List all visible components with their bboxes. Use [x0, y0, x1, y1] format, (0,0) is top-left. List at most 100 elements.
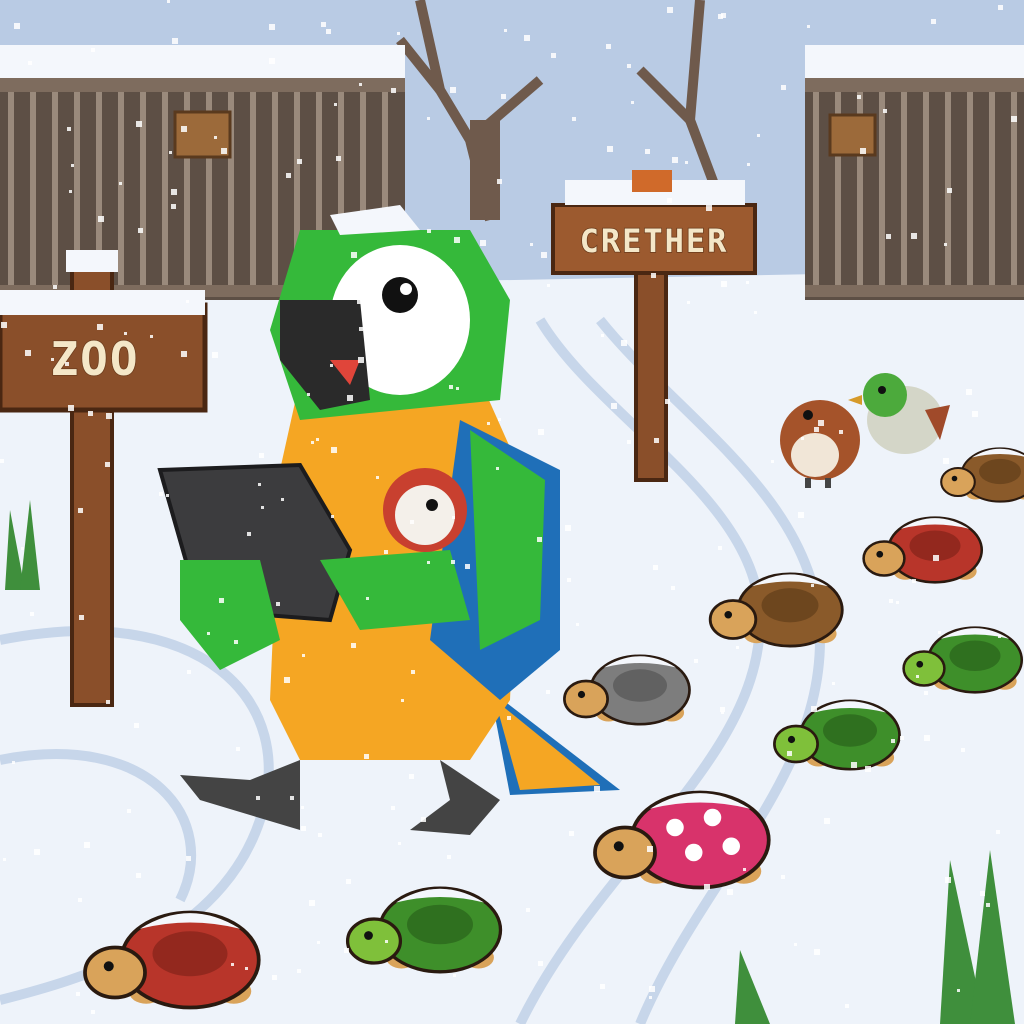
snowflake	[998, 635, 1001, 638]
snowflake	[391, 88, 396, 93]
snowflake	[401, 699, 404, 702]
snowflake	[465, 564, 470, 569]
cage-bar	[8, 92, 14, 292]
snowflake	[269, 24, 275, 30]
snowflake	[857, 95, 861, 99]
snowflake	[344, 948, 349, 953]
snowflake	[720, 707, 725, 712]
cage-bar	[272, 92, 278, 292]
snowflake	[654, 438, 659, 443]
snowflake	[159, 492, 163, 496]
snowflake	[28, 61, 32, 65]
snowflake	[814, 949, 820, 955]
snowflake	[569, 831, 574, 836]
snowflake	[410, 520, 414, 524]
snowflake	[526, 908, 530, 912]
snowflake	[567, 578, 571, 582]
snowflake	[746, 281, 749, 284]
snowflake	[214, 136, 217, 139]
snowflake	[611, 403, 617, 409]
snowflake	[807, 25, 810, 28]
snowflake	[334, 103, 337, 106]
snowflake	[672, 157, 678, 163]
snowflake	[537, 537, 542, 542]
snowflake	[245, 967, 248, 970]
snowflake	[832, 682, 835, 685]
snowflake	[124, 332, 127, 335]
snowflake	[76, 992, 80, 996]
cage-bar	[967, 92, 973, 292]
snowflake	[551, 53, 556, 58]
snowflake	[649, 986, 655, 992]
cage-bar	[901, 92, 907, 292]
snowflake	[718, 14, 723, 19]
snowflake	[447, 855, 451, 859]
snowflake	[347, 395, 353, 401]
snowflake	[367, 255, 370, 258]
snowflake	[687, 301, 690, 304]
snowflake	[378, 304, 383, 309]
cage-base	[805, 285, 1024, 297]
snowflake	[78, 898, 82, 902]
snowflake	[839, 430, 843, 434]
snowflake	[933, 555, 939, 561]
snowflake	[421, 817, 426, 822]
snowflake	[541, 252, 547, 258]
snowflake	[301, 806, 304, 809]
snowflake	[736, 646, 739, 649]
snowflake	[665, 399, 670, 404]
snowflake	[627, 440, 631, 444]
snowflake	[886, 234, 891, 239]
snowflake	[171, 204, 176, 209]
snowflake	[747, 163, 750, 166]
snowflake	[706, 205, 712, 211]
snowflake	[272, 975, 277, 980]
snowflake	[504, 29, 507, 32]
snowflake	[865, 766, 871, 772]
snowflake	[957, 989, 960, 992]
snowflake	[181, 126, 187, 132]
snowflake	[798, 512, 804, 518]
cage-bar	[813, 92, 819, 292]
snowflake	[896, 601, 899, 604]
snowflake	[454, 237, 460, 243]
turtle-head	[902, 650, 946, 687]
snowflake	[247, 532, 251, 536]
snowflake	[351, 252, 357, 258]
snowflake	[397, 32, 400, 35]
snowflake	[924, 691, 928, 695]
snowflake	[721, 281, 727, 287]
snowflake	[498, 418, 501, 421]
snowflake	[91, 1010, 95, 1014]
snowflake	[945, 877, 951, 883]
snowflake	[757, 134, 760, 137]
snowflake	[538, 961, 543, 966]
snowflake	[845, 1004, 849, 1008]
turtle-head	[563, 679, 609, 719]
snowflake	[301, 826, 306, 831]
snowflake	[704, 884, 710, 890]
snowflake	[359, 327, 363, 331]
snowflake	[326, 29, 331, 34]
snowflake	[65, 362, 69, 366]
snowflake	[12, 761, 15, 764]
snowflake	[671, 586, 675, 590]
snowflake	[98, 216, 104, 222]
snowflake	[51, 358, 54, 361]
snowflake	[284, 677, 290, 683]
snowflake	[411, 670, 415, 674]
snowflake	[186, 300, 189, 303]
snowflake	[947, 188, 952, 193]
snowflake	[138, 228, 143, 233]
snowflake	[651, 273, 656, 278]
snowflake	[106, 413, 112, 419]
snowflake	[685, 161, 688, 164]
snowflake	[453, 974, 456, 977]
snowflake	[452, 516, 455, 519]
snowflake	[427, 561, 430, 564]
snowflake	[996, 830, 1000, 834]
snowflake	[166, 494, 169, 497]
snowflake	[966, 389, 972, 395]
snowflake	[21, 547, 24, 550]
cage-bar	[30, 92, 36, 292]
